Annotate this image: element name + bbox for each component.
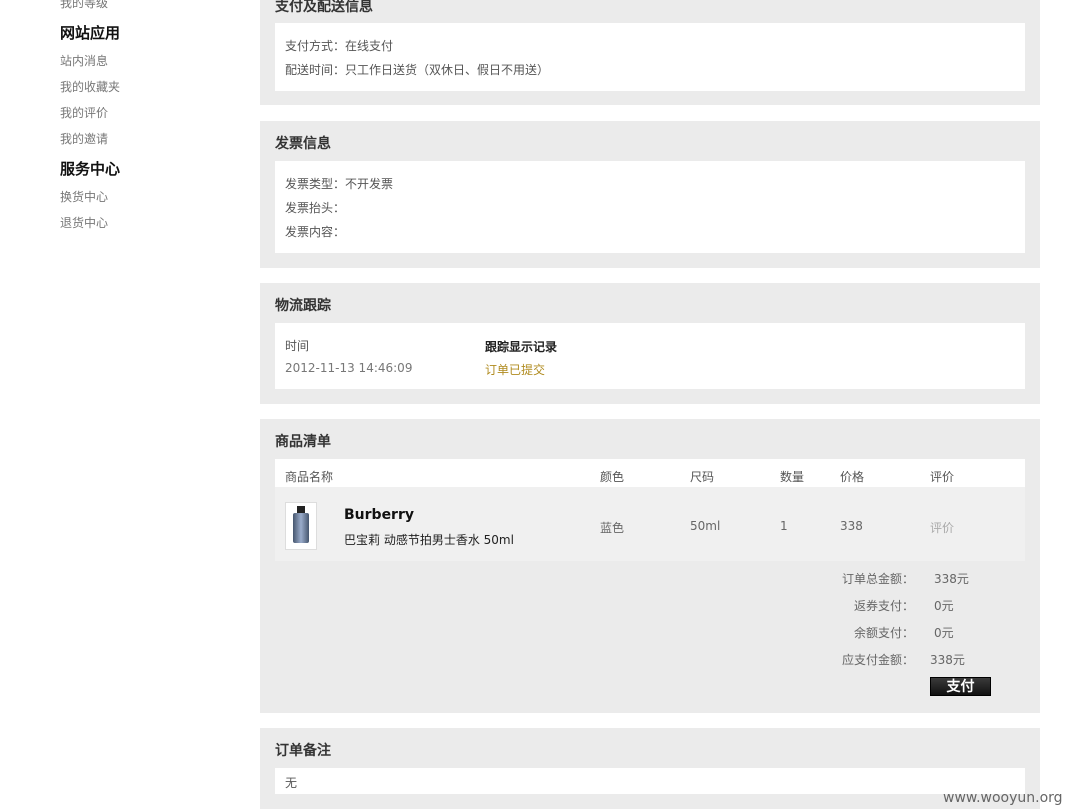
col-header-name: 商品名称 (285, 470, 334, 484)
logistics-col-record: 跟踪显示记录 (485, 340, 558, 354)
product-brand[interactable]: Burberry (344, 507, 414, 523)
product-thumbnail[interactable] (285, 502, 317, 550)
delivery-time-row: 配送时间：只工作日送货（双休日、假日不用送） (285, 61, 549, 78)
payment-box: 支付方式：在线支付 配送时间：只工作日送货（双休日、假日不用送） (275, 23, 1025, 91)
perfume-bottle-icon (293, 513, 309, 543)
payment-method-value: 在线支付 (345, 39, 394, 53)
payment-panel-title: 支付及配送信息 (275, 0, 373, 15)
logistics-status: 订单已提交 (485, 363, 546, 377)
coupon-payment-value: 0元 (934, 599, 954, 613)
table-row: Burberry 巴宝莉 动感节拍男士香水 50ml 蓝色 50ml 1 338… (275, 487, 1025, 561)
balance-payment-label: 余额支付： (853, 626, 914, 640)
sidebar-section-site-apps: 网站应用 (60, 24, 121, 42)
logistics-panel: 物流跟踪 时间 跟踪显示记录 2012-11-13 14:46:09 订单已提交 (260, 283, 1040, 404)
goods-panel-title: 商品清单 (275, 434, 331, 450)
sidebar-item-favorites[interactable]: 我的收藏夹 (60, 78, 120, 95)
remark-panel: 订单备注 无 (260, 728, 1040, 809)
product-color: 蓝色 (600, 521, 625, 535)
product-qty: 1 (780, 519, 788, 533)
sidebar-item-exchange[interactable]: 换货中心 (60, 188, 108, 205)
watermark: www.wooyun.org (943, 790, 1063, 806)
invoice-panel-title: 发票信息 (275, 136, 331, 152)
col-header-review: 评价 (930, 470, 955, 484)
delivery-time-value: 只工作日送货（双休日、假日不用送） (345, 63, 550, 77)
amount-due-value: 338元 (930, 653, 965, 667)
sidebar-item-return[interactable]: 退货中心 (60, 214, 108, 231)
amount-due-label: 应支付金额： (841, 653, 914, 667)
invoice-content-row: 发票内容： (285, 223, 345, 240)
pay-button[interactable]: 支付 (930, 677, 991, 696)
sidebar-section-service: 服务中心 (60, 160, 121, 178)
col-header-color: 颜色 (600, 470, 625, 484)
remark-value: 无 (285, 776, 298, 790)
payment-method-row: 支付方式：在线支付 (285, 37, 393, 54)
payment-panel: 支付及配送信息 支付方式：在线支付 配送时间：只工作日送货（双休日、假日不用送） (260, 0, 1040, 105)
col-header-price: 价格 (840, 470, 865, 484)
review-link[interactable]: 评价 (930, 519, 954, 536)
product-name[interactable]: 巴宝莉 动感节拍男士香水 50ml (344, 531, 514, 548)
order-total-value: 338元 (934, 572, 969, 586)
goods-panel: 商品清单 商品名称 颜色 尺码 数量 价格 评价 Burberry 巴宝莉 动感… (260, 419, 1040, 713)
logistics-panel-title: 物流跟踪 (275, 298, 331, 314)
balance-payment-value: 0元 (934, 626, 954, 640)
invoice-header-row: 发票抬头： (285, 199, 345, 216)
col-header-qty: 数量 (780, 470, 805, 484)
remark-panel-title: 订单备注 (275, 743, 331, 759)
col-header-size: 尺码 (690, 470, 715, 484)
product-size: 50ml (690, 519, 721, 533)
delivery-time-label: 配送时间： (285, 63, 346, 77)
sidebar-item-reviews[interactable]: 我的评价 (60, 104, 108, 121)
goods-table-header: 商品名称 颜色 尺码 数量 价格 评价 (275, 459, 1025, 487)
remark-box: 无 (275, 768, 1025, 794)
payment-method-label: 支付方式： (285, 39, 346, 53)
invoice-type-row: 发票类型：不开发票 (285, 175, 393, 192)
invoice-box: 发票类型：不开发票 发票抬头： 发票内容： (275, 161, 1025, 253)
logistics-time: 2012-11-13 14:46:09 (285, 361, 413, 375)
sidebar-item-invites[interactable]: 我的邀请 (60, 130, 108, 147)
invoice-content-label: 发票内容： (285, 225, 346, 239)
product-price: 338 (840, 519, 863, 533)
order-total-label: 订单总金额： (841, 572, 914, 586)
sidebar-item-messages[interactable]: 站内消息 (60, 52, 108, 69)
invoice-panel: 发票信息 发票类型：不开发票 发票抬头： 发票内容： (260, 121, 1040, 268)
logistics-col-time: 时间 (285, 339, 310, 353)
sidebar-item-my-level[interactable]: 我的等级 (60, 0, 108, 11)
logistics-box: 时间 跟踪显示记录 2012-11-13 14:46:09 订单已提交 (275, 323, 1025, 389)
invoice-type-value: 不开发票 (345, 177, 394, 191)
coupon-payment-label: 返券支付： (853, 599, 914, 613)
invoice-type-label: 发票类型： (285, 177, 346, 191)
invoice-header-label: 发票抬头： (285, 201, 346, 215)
